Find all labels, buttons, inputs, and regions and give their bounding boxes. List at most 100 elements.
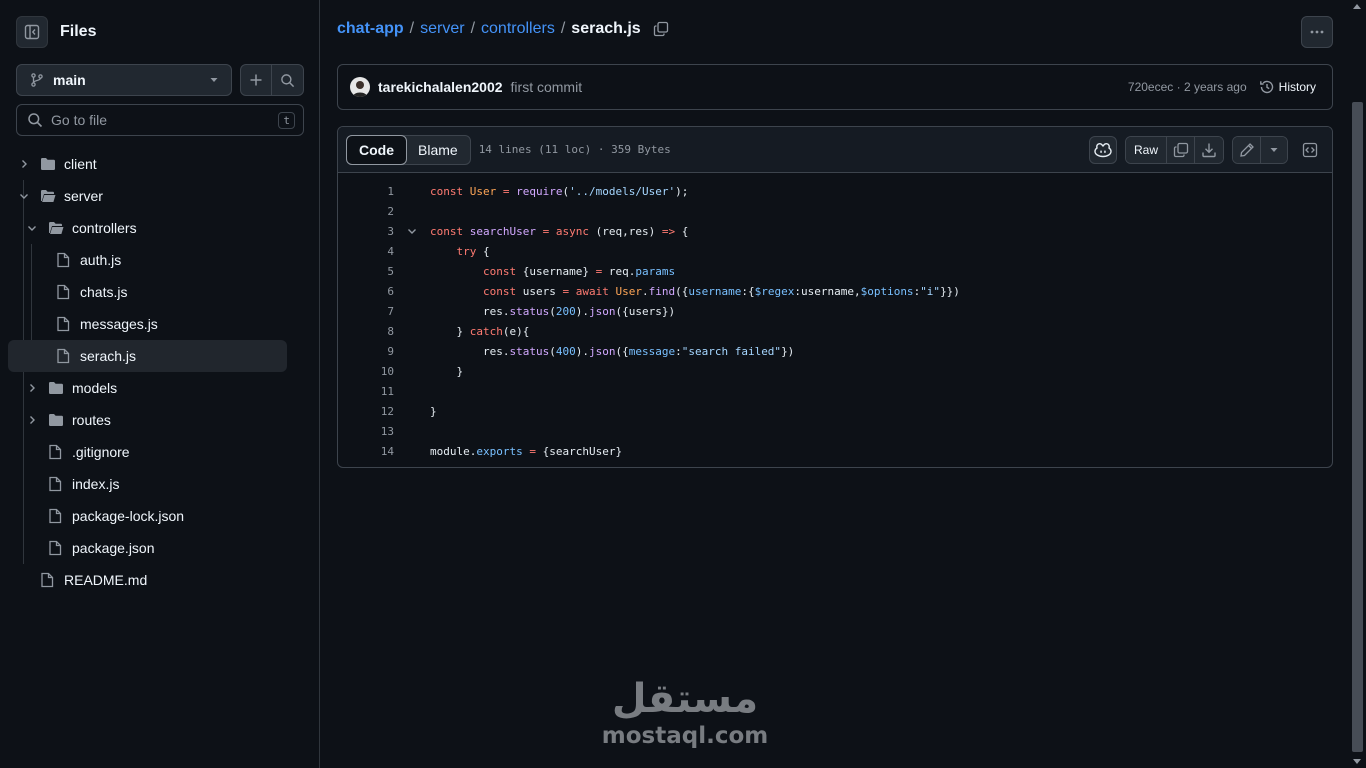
code-line: 6 const users = await User.find({usernam… bbox=[338, 281, 1332, 301]
code-line: 5 const {username} = req.params bbox=[338, 261, 1332, 281]
commit-message[interactable]: first commit bbox=[511, 79, 583, 95]
fold-toggle[interactable] bbox=[394, 225, 430, 237]
file-icon bbox=[40, 572, 56, 588]
tree-item-gitignore[interactable]: .gitignore bbox=[8, 436, 312, 468]
file-toolbar: Raw bbox=[1088, 135, 1324, 164]
download-button[interactable] bbox=[1195, 136, 1223, 163]
collapse-sidebar-button[interactable] bbox=[16, 16, 48, 48]
tree-item-label: serach.js bbox=[80, 348, 137, 364]
raw-button[interactable]: Raw bbox=[1125, 136, 1167, 163]
kebab-horizontal-icon bbox=[1310, 30, 1324, 34]
tree-item-client[interactable]: client bbox=[8, 148, 312, 180]
line-number[interactable]: 13 bbox=[338, 425, 394, 438]
breadcrumb-current-file: serach.js bbox=[571, 20, 641, 37]
chevron-right-icon bbox=[24, 414, 40, 426]
avatar[interactable] bbox=[350, 77, 370, 97]
code-square-icon bbox=[1302, 142, 1318, 157]
tab-code[interactable]: Code bbox=[346, 134, 407, 165]
watermark-latin-text: mostaql.com bbox=[601, 723, 769, 749]
tree-item-label: README.md bbox=[64, 572, 148, 588]
folder-icon bbox=[40, 157, 56, 171]
line-number[interactable]: 7 bbox=[338, 305, 394, 318]
file-icon bbox=[56, 284, 72, 300]
branch-row: main bbox=[16, 64, 304, 96]
tree-item-readme[interactable]: README.md bbox=[8, 564, 312, 596]
tree-item-index-js[interactable]: index.js bbox=[8, 468, 312, 500]
history-button[interactable]: History bbox=[1259, 79, 1316, 95]
code-line: 12 } bbox=[338, 401, 1332, 421]
line-number[interactable]: 8 bbox=[338, 325, 394, 338]
line-number[interactable]: 2 bbox=[338, 205, 394, 218]
tab-blame[interactable]: Blame bbox=[406, 136, 470, 164]
file-tree: client server controllers auth.js chats.… bbox=[8, 148, 312, 596]
tree-item-serach-js[interactable]: serach.js bbox=[8, 340, 287, 372]
copilot-button[interactable] bbox=[1088, 135, 1117, 164]
tree-item-package-json[interactable]: package.json bbox=[8, 532, 312, 564]
go-to-file-input[interactable]: Go to file t bbox=[16, 104, 304, 136]
commit-author[interactable]: tarekichalalen2002 bbox=[378, 79, 503, 95]
line-number[interactable]: 11 bbox=[338, 385, 394, 398]
copy-raw-button[interactable] bbox=[1167, 136, 1195, 163]
symbols-panel-button[interactable] bbox=[1296, 136, 1324, 164]
code-line: 1 const User = require('../models/User')… bbox=[338, 181, 1332, 201]
tree-item-label: models bbox=[72, 380, 118, 396]
folder-open-icon bbox=[48, 221, 64, 235]
keyboard-shortcut-hint: t bbox=[278, 111, 295, 129]
edit-file-button[interactable] bbox=[1233, 136, 1261, 163]
tree-item-controllers[interactable]: controllers bbox=[8, 212, 312, 244]
breadcrumb-repo-link[interactable]: chat-app bbox=[337, 20, 404, 38]
line-number[interactable]: 4 bbox=[338, 245, 394, 258]
tree-item-label: chats.js bbox=[80, 284, 128, 300]
page-scrollbar[interactable] bbox=[1349, 0, 1366, 768]
line-number[interactable]: 9 bbox=[338, 345, 394, 358]
copy-path-button[interactable] bbox=[653, 21, 669, 37]
tree-item-chats-js[interactable]: chats.js bbox=[8, 276, 312, 308]
file-tree-sidebar: Files main Go to file t client server co… bbox=[0, 0, 320, 768]
tree-item-messages-js[interactable]: messages.js bbox=[8, 308, 312, 340]
view-mode-toggle: Code Blame bbox=[346, 134, 471, 165]
more-options-button[interactable] bbox=[1301, 16, 1333, 48]
file-icon bbox=[56, 316, 72, 332]
scroll-down-arrow-icon[interactable] bbox=[1353, 759, 1361, 764]
line-number[interactable]: 12 bbox=[338, 405, 394, 418]
code-content[interactable]: 1 const User = require('../models/User')… bbox=[338, 173, 1332, 461]
code-line: 8 } catch(e){ bbox=[338, 321, 1332, 341]
scrollbar-thumb[interactable] bbox=[1352, 102, 1363, 752]
code-text: res.status(200).json({users}) bbox=[482, 304, 676, 318]
breadcrumb-separator: / bbox=[409, 20, 415, 37]
code-line: 3 const searchUser = async (req,res) => … bbox=[338, 221, 1332, 241]
branch-selector[interactable]: main bbox=[16, 64, 232, 96]
scroll-up-arrow-icon[interactable] bbox=[1353, 4, 1361, 9]
watermark-logo: مستقل mostaql.com bbox=[600, 676, 770, 750]
tree-item-server[interactable]: server bbox=[8, 180, 312, 212]
line-number[interactable]: 5 bbox=[338, 265, 394, 278]
edit-group bbox=[1232, 135, 1288, 164]
breadcrumb-server-link[interactable]: server bbox=[420, 20, 464, 38]
file-icon bbox=[56, 252, 72, 268]
code-line: 10 } bbox=[338, 361, 1332, 381]
line-number[interactable]: 6 bbox=[338, 285, 394, 298]
raw-copy-download-group: Raw bbox=[1124, 135, 1224, 164]
tree-item-models[interactable]: models bbox=[8, 372, 312, 404]
edit-options-dropdown[interactable] bbox=[1261, 136, 1287, 163]
line-number[interactable]: 1 bbox=[338, 185, 394, 198]
add-file-button[interactable] bbox=[241, 65, 273, 95]
history-icon bbox=[1259, 80, 1273, 94]
line-number[interactable]: 10 bbox=[338, 365, 394, 378]
search-files-button[interactable] bbox=[272, 65, 303, 95]
file-icon bbox=[48, 476, 64, 492]
breadcrumb-controllers-link[interactable]: controllers bbox=[481, 20, 555, 38]
commit-hash-time[interactable]: 720ecec · 2 years ago bbox=[1128, 80, 1247, 94]
code-text: res.status(400).json({message:"search fa… bbox=[482, 344, 795, 358]
chevron-right-icon bbox=[16, 158, 32, 170]
line-number[interactable]: 14 bbox=[338, 445, 394, 458]
tree-item-auth-js[interactable]: auth.js bbox=[8, 244, 312, 276]
tree-item-package-lock[interactable]: package-lock.json bbox=[8, 500, 312, 532]
file-info: 14 lines (11 loc) · 359 Bytes bbox=[478, 143, 671, 156]
code-line: 4 try { bbox=[338, 241, 1332, 261]
copilot-icon bbox=[1094, 142, 1112, 157]
line-number[interactable]: 3 bbox=[338, 225, 394, 238]
code-text: const searchUser = async (req,res) => { bbox=[430, 224, 689, 238]
tree-item-routes[interactable]: routes bbox=[8, 404, 312, 436]
code-line: 2 bbox=[338, 201, 1332, 221]
